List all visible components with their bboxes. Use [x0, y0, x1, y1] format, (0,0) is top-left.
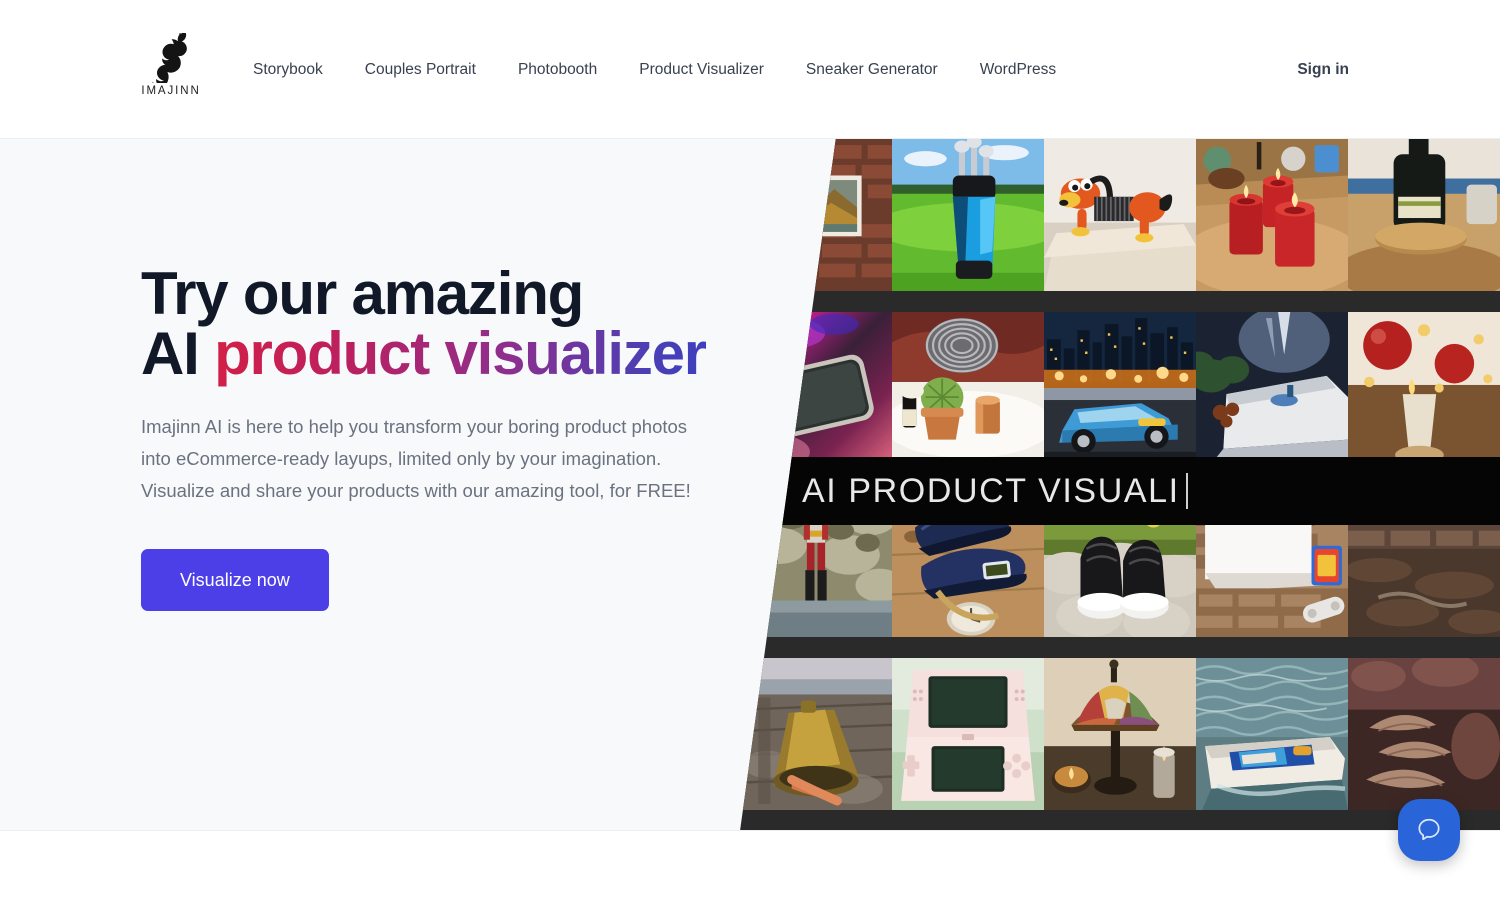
collage-caption-text: AI PRODUCT VISUALI	[802, 471, 1180, 510]
chat-bubble-icon	[1418, 818, 1440, 841]
tile-art	[1196, 658, 1348, 810]
tile-art	[1044, 312, 1196, 464]
collage-tile-slinky-dog-toy-on-pedestal	[1044, 139, 1196, 312]
tile-art	[1348, 658, 1500, 810]
tile-art	[1044, 658, 1196, 810]
hero-copy: Try our amazing AI product visualizer Im…	[141, 264, 741, 611]
collage-tile-racing-speedboat-on-water	[1196, 658, 1348, 830]
collage-caption-banner: AI PRODUCT VISUALI	[740, 457, 1500, 525]
headline-line-2-plain: AI	[141, 320, 215, 387]
headline-gradient-text: product visualizer	[214, 320, 707, 387]
site-header: IMAJINN Storybook Couples Portrait Photo…	[0, 0, 1500, 139]
brand-wordmark: IMAJINN	[141, 85, 201, 97]
visualize-now-button[interactable]: Visualize now	[141, 549, 329, 611]
tile-art	[740, 139, 892, 291]
tile-art	[892, 139, 1044, 291]
page-body-below-hero	[0, 832, 1500, 900]
hero-section: Try our amazing AI product visualizer Im…	[0, 139, 1500, 831]
genie-logo-icon	[152, 33, 187, 83]
typewriter-caret	[1185, 473, 1188, 509]
collage-tile-brass-bell-on-rustic-planks	[740, 658, 892, 830]
primary-nav: Storybook Couples Portrait Photobooth Pr…	[253, 0, 1056, 139]
nav-item-storybook[interactable]: Storybook	[253, 53, 323, 87]
brand-logo[interactable]: IMAJINN	[141, 33, 201, 105]
hero-paragraph: Imajinn AI is here to help you transform…	[141, 416, 691, 501]
tile-art	[1196, 312, 1348, 464]
collage-tile-pink-handheld-game-console	[892, 658, 1044, 830]
nav-item-wordpress[interactable]: WordPress	[980, 53, 1056, 87]
tile-art	[1044, 139, 1196, 291]
tile-art	[1348, 139, 1500, 291]
headline-line-1: Try our amazing	[141, 260, 584, 327]
tile-art	[1348, 312, 1500, 464]
tile-art	[892, 312, 1044, 464]
nav-item-product-visualizer[interactable]: Product Visualizer	[639, 53, 764, 87]
tile-art	[1196, 139, 1348, 291]
nav-item-photobooth[interactable]: Photobooth	[518, 53, 597, 87]
tile-art	[740, 658, 892, 810]
collage-tile-framed-landscape-painting-on-brick-wall	[740, 139, 892, 312]
collage-tile-golf-club-bag-on-fairway	[892, 139, 1044, 312]
tile-art	[892, 658, 1044, 810]
collage-tile-wine-bottle-on-wooden-tray	[1348, 139, 1500, 312]
hero-image-collage: AI PRODUCT VISUALI	[740, 139, 1500, 830]
chat-beacon-button[interactable]	[1398, 799, 1460, 861]
collage-tile-stained-glass-tiffany-lamp	[1044, 658, 1196, 830]
nav-item-couples-portrait[interactable]: Couples Portrait	[365, 53, 476, 87]
page-title: Try our amazing AI product visualizer	[141, 264, 741, 384]
nav-item-sneaker-generator[interactable]: Sneaker Generator	[806, 53, 938, 87]
collage-tile-three-red-pillar-candles	[1196, 139, 1348, 312]
sign-in-link[interactable]: Sign in	[1297, 61, 1349, 79]
tile-art	[740, 312, 892, 464]
